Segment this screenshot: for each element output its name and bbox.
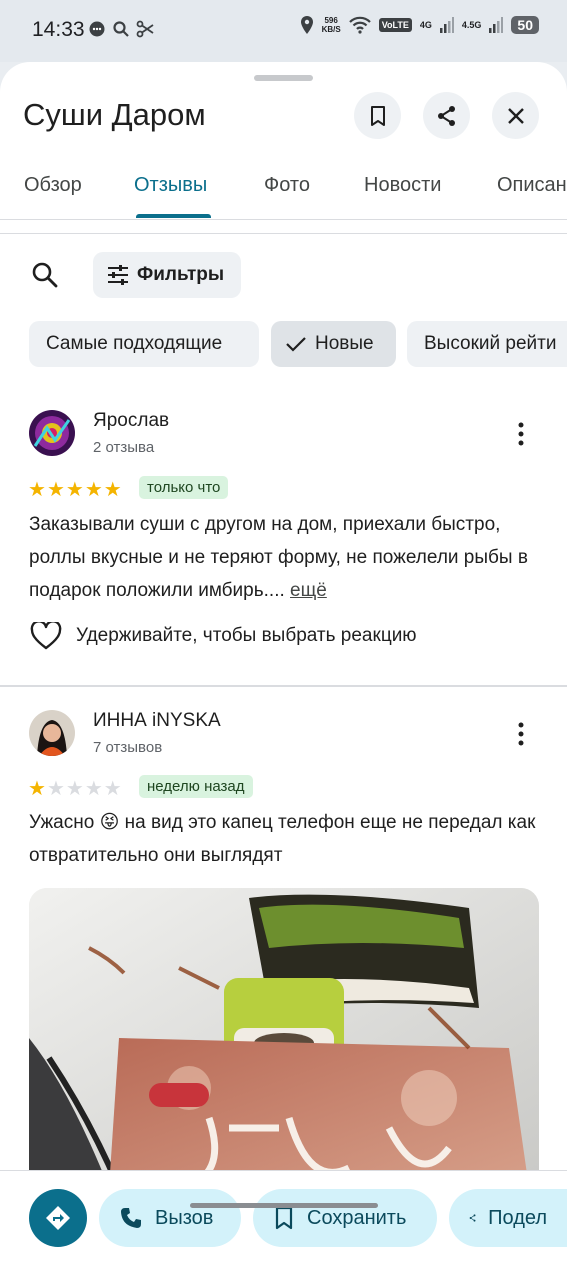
sort-highest-label: Высокий рейти bbox=[424, 333, 557, 354]
avatar-image bbox=[29, 410, 75, 456]
review-text-body: Заказывали суши с другом на дом, приехал… bbox=[29, 514, 528, 601]
tab-news[interactable]: Новости bbox=[364, 174, 441, 197]
review-text: Заказывали суши с другом на дом, приехал… bbox=[29, 508, 544, 607]
review-time-badge: неделю назад bbox=[139, 775, 253, 798]
sushi-photo bbox=[29, 888, 539, 1188]
close-icon bbox=[507, 107, 524, 124]
search-icon bbox=[32, 262, 58, 288]
sort-relevant-chip[interactable]: Самые подходящие bbox=[29, 321, 259, 367]
avatar[interactable] bbox=[29, 710, 75, 756]
review-text: Ужасно 😝 на вид это капец телефон еще не… bbox=[29, 806, 544, 872]
star-filled-icon: ★ bbox=[103, 479, 122, 501]
star-filled-icon: ★ bbox=[28, 479, 46, 501]
read-more-link[interactable]: ещё bbox=[290, 580, 327, 601]
search-reviews-button[interactable] bbox=[28, 258, 62, 292]
star-empty-icon: ★ bbox=[84, 778, 103, 800]
bookmark-icon bbox=[370, 105, 385, 126]
tab-overview[interactable]: Обзор bbox=[24, 174, 82, 197]
star-filled-icon: ★ bbox=[46, 479, 65, 501]
sort-highest-rating-chip[interactable]: Высокий рейти bbox=[407, 321, 567, 367]
tab-bar: Обзор Отзывы Фото Новости Описан bbox=[0, 162, 567, 220]
phone-icon bbox=[121, 1208, 141, 1228]
close-button[interactable] bbox=[492, 92, 539, 139]
tongue-emoji: 😝 bbox=[99, 812, 120, 833]
more-options-icon[interactable] bbox=[510, 721, 532, 747]
location-icon bbox=[300, 16, 313, 34]
scissors-icon bbox=[136, 20, 154, 38]
star-filled-icon: ★ bbox=[28, 778, 46, 800]
sort-newest-chip[interactable]: Новые bbox=[271, 321, 396, 367]
star-empty-icon: ★ bbox=[46, 778, 65, 800]
heart-icon bbox=[30, 622, 62, 650]
action-bar: Вызов Сохранить Подел bbox=[0, 1170, 567, 1280]
share-icon bbox=[469, 1214, 476, 1222]
review-photo[interactable] bbox=[29, 888, 539, 1188]
tune-icon bbox=[108, 265, 128, 285]
speed-value: 596 bbox=[324, 16, 338, 25]
review-divider bbox=[0, 685, 567, 687]
active-tab-indicator bbox=[136, 214, 211, 218]
tab-photos[interactable]: Фото bbox=[264, 174, 310, 197]
reviewer-name[interactable]: ИННА iNYSKA bbox=[93, 710, 221, 732]
tab-reviews[interactable]: Отзывы bbox=[134, 174, 207, 197]
avatar-image bbox=[29, 710, 75, 756]
bookmark-icon bbox=[275, 1206, 293, 1230]
reviewer-review-count: 7 отзывов bbox=[93, 739, 163, 756]
share-label: Подел bbox=[488, 1206, 547, 1229]
status-right-icons: 596 KB/S VoLTE 4G 4.5G 50 bbox=[300, 16, 539, 34]
status-time: 14:33 bbox=[32, 18, 85, 41]
reaction-prompt: Удерживайте, чтобы выбрать реакцию bbox=[76, 625, 417, 646]
volte-indicator: VoLTE bbox=[378, 18, 412, 32]
sort-options: Самые подходящие Новые Высокий рейти bbox=[0, 321, 567, 367]
save-label: Сохранить bbox=[307, 1206, 407, 1229]
place-sheet: Суши Даром Обзор Отзывы Фото Новости Опи… bbox=[0, 62, 567, 1280]
drag-handle[interactable] bbox=[254, 75, 313, 81]
place-title: Суши Даром bbox=[23, 97, 206, 132]
directions-icon bbox=[46, 1206, 70, 1230]
star-filled-icon: ★ bbox=[84, 479, 103, 501]
check-icon bbox=[286, 337, 306, 352]
review-time-badge: только что bbox=[139, 476, 229, 499]
tab-separator bbox=[0, 221, 567, 234]
save-button[interactable]: Сохранить bbox=[253, 1189, 437, 1247]
battery-indicator: 50 bbox=[511, 16, 539, 34]
network-speed: 596 KB/S bbox=[322, 16, 341, 34]
reviewer-review-count: 2 отзыва bbox=[93, 439, 155, 456]
share-place-button[interactable]: Подел bbox=[449, 1189, 567, 1247]
sort-newest-label: Новые bbox=[315, 333, 374, 354]
call-label: Вызов bbox=[155, 1206, 214, 1229]
reaction-button[interactable]: Удерживайте, чтобы выбрать реакцию bbox=[30, 622, 417, 650]
review-card: Ярослав 2 отзыва ★ ★ ★ ★ ★ только что Заказы… bbox=[0, 402, 567, 690]
star-empty-icon: ★ bbox=[65, 778, 84, 800]
signal-icon-2 bbox=[489, 17, 504, 33]
review-text-start: Ужасно bbox=[29, 812, 95, 833]
star-empty-icon: ★ bbox=[103, 778, 122, 800]
bookmark-button[interactable] bbox=[354, 92, 401, 139]
star-rating: ★ ★ ★ ★ ★ bbox=[28, 779, 122, 799]
status-left-icons bbox=[88, 20, 154, 38]
call-button[interactable]: Вызов bbox=[99, 1189, 241, 1247]
home-indicator[interactable] bbox=[190, 1203, 378, 1208]
signal-icon bbox=[439, 17, 454, 33]
sim1-type: 4G bbox=[419, 20, 432, 30]
sort-relevant-label: Самые подходящие bbox=[46, 333, 223, 354]
search-icon bbox=[113, 21, 129, 37]
filters-label: Фильтры bbox=[137, 264, 225, 285]
star-filled-icon: ★ bbox=[65, 479, 84, 501]
reviewer-name[interactable]: Ярослав bbox=[93, 410, 169, 432]
status-bar: 14:33 596 KB/S VoLTE 4G 4.5G 50 bbox=[0, 0, 567, 62]
speed-unit: KB/S bbox=[321, 25, 341, 34]
filters-button[interactable]: Фильтры bbox=[93, 252, 241, 298]
tab-description[interactable]: Описан bbox=[497, 174, 567, 197]
sim2-type: 4.5G bbox=[461, 20, 482, 30]
share-icon bbox=[437, 105, 455, 126]
share-button[interactable] bbox=[423, 92, 470, 139]
directions-button[interactable] bbox=[29, 1189, 87, 1247]
more-options-icon[interactable] bbox=[510, 421, 532, 447]
wifi-icon bbox=[348, 16, 371, 34]
star-rating: ★ ★ ★ ★ ★ bbox=[28, 480, 122, 500]
avatar[interactable] bbox=[29, 410, 75, 456]
chat-bubble-icon bbox=[89, 21, 105, 37]
